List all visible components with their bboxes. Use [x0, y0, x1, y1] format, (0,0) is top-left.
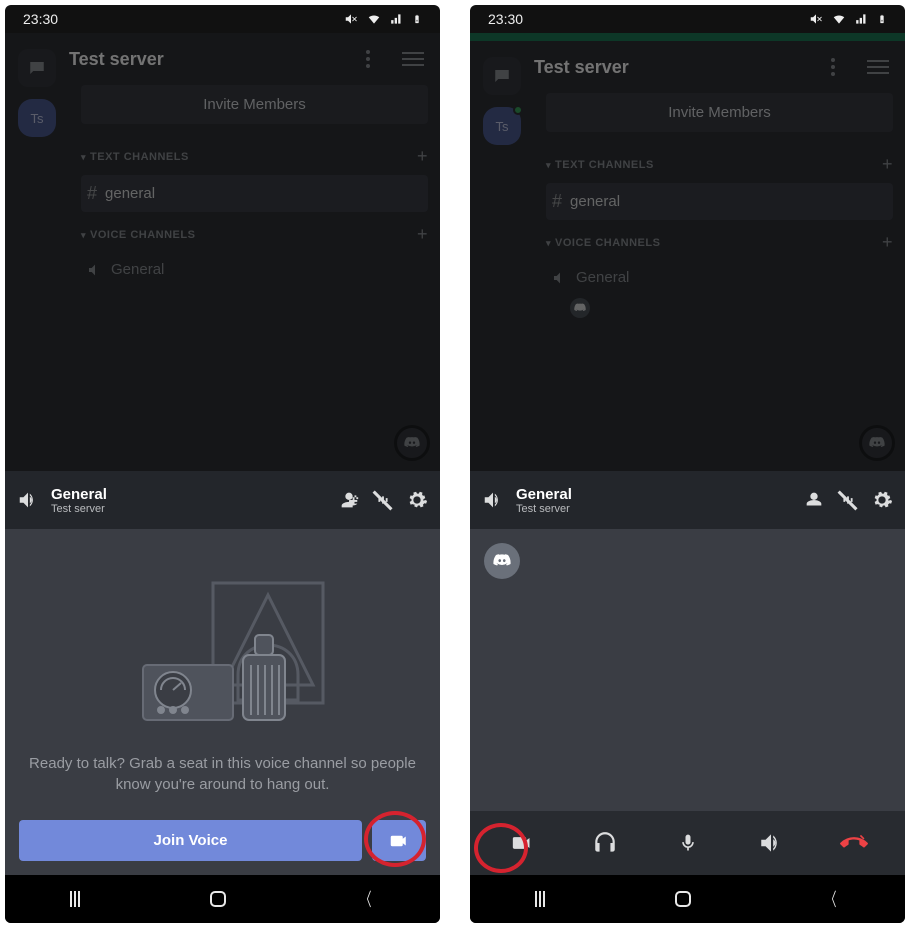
- speaker-icon: [87, 262, 103, 278]
- voice-channels-category[interactable]: ▾VOICE CHANNELS +: [546, 228, 893, 257]
- voice-illustration: [103, 565, 343, 745]
- server-avatar[interactable]: Ts: [18, 99, 56, 137]
- discord-bubble[interactable]: [394, 425, 430, 461]
- voice-prompt-text: Ready to talk? Grab a seat in this voice…: [17, 753, 428, 821]
- dm-button[interactable]: [18, 49, 56, 87]
- status-time: 23:30: [23, 11, 58, 27]
- back-button[interactable]: 〈: [825, 886, 836, 912]
- invite-members-button[interactable]: Invite Members: [81, 85, 428, 124]
- mute-icon: [809, 12, 823, 26]
- back-button[interactable]: 〈: [360, 886, 371, 912]
- add-text-channel-icon[interactable]: +: [417, 146, 428, 167]
- status-bar: 23:30: [470, 5, 905, 33]
- join-voice-button[interactable]: Join Voice: [19, 820, 362, 861]
- voice-header: General Test server: [470, 471, 905, 529]
- server-menu-button[interactable]: [350, 50, 386, 68]
- status-bar: 23:30: [5, 5, 440, 33]
- text-channels-category[interactable]: ▾TEXT CHANNELS +: [546, 150, 893, 179]
- discord-bubble[interactable]: [859, 425, 895, 461]
- voice-participant[interactable]: [570, 298, 590, 318]
- home-button[interactable]: [210, 891, 226, 907]
- add-voice-channel-icon[interactable]: +: [882, 232, 893, 253]
- microphone-button[interactable]: [664, 819, 712, 867]
- text-channel-general[interactable]: # general: [546, 183, 893, 220]
- settings-icon[interactable]: [406, 489, 428, 511]
- headphones-button[interactable]: [581, 819, 629, 867]
- camera-button[interactable]: [498, 819, 546, 867]
- signal-icon: [855, 12, 869, 26]
- online-badge: [513, 105, 523, 115]
- voice-channel-subtitle: Test server: [51, 503, 326, 515]
- voice-body: [470, 529, 905, 875]
- voice-channel-label: General: [111, 261, 164, 278]
- add-user-icon[interactable]: [803, 489, 825, 511]
- wifi-icon: [366, 12, 382, 26]
- hash-icon: #: [87, 183, 97, 204]
- hangup-button[interactable]: [830, 819, 878, 867]
- text-channels-category[interactable]: ▾TEXT CHANNELS +: [81, 142, 428, 171]
- server-title: Test server: [534, 57, 815, 78]
- text-channel-label: general: [570, 193, 620, 210]
- voice-header: General Test server: [5, 471, 440, 529]
- noise-suppress-icon[interactable]: [372, 489, 394, 511]
- invite-members-button[interactable]: Invite Members: [546, 93, 893, 132]
- status-icons: [344, 11, 422, 27]
- noise-suppress-icon[interactable]: [837, 489, 859, 511]
- hash-icon: #: [552, 191, 562, 212]
- speaker-output-icon[interactable]: [17, 489, 39, 511]
- voice-channel-general[interactable]: General: [81, 253, 428, 286]
- android-nav-bar: 〈: [5, 875, 440, 923]
- call-control-bar: [470, 811, 905, 875]
- voice-channel-subtitle: Test server: [516, 503, 791, 515]
- hamburger-icon[interactable]: [386, 52, 440, 66]
- server-menu-button[interactable]: [815, 58, 851, 76]
- server-avatar[interactable]: Ts: [483, 107, 521, 145]
- mute-icon: [344, 12, 358, 26]
- participant-avatar[interactable]: [484, 543, 520, 579]
- text-channel-general[interactable]: # general: [81, 175, 428, 212]
- voice-channel-general[interactable]: General: [546, 261, 893, 294]
- server-panel: Ts Test server Invite Members ▾TEXT CHAN…: [5, 33, 440, 471]
- text-channel-label: general: [105, 185, 155, 202]
- voice-channel-label: General: [576, 269, 629, 286]
- wifi-icon: [831, 12, 847, 26]
- left-screenshot: 23:30 Ts Test server Invite Mem: [5, 5, 440, 923]
- recents-button[interactable]: [535, 891, 545, 907]
- voice-channel-title: General: [516, 486, 791, 503]
- signal-icon: [390, 12, 404, 26]
- status-icons: [809, 11, 887, 27]
- status-time: 23:30: [488, 11, 523, 27]
- add-text-channel-icon[interactable]: +: [882, 154, 893, 175]
- server-avatar-label: Ts: [31, 111, 44, 126]
- right-screenshot: 23:30 Ts Test server: [470, 5, 905, 923]
- voice-channels-category[interactable]: ▾VOICE CHANNELS +: [81, 220, 428, 249]
- server-avatar-label: Ts: [496, 119, 509, 134]
- home-button[interactable]: [675, 891, 691, 907]
- dm-button[interactable]: [483, 57, 521, 95]
- server-title: Test server: [69, 49, 350, 70]
- video-button[interactable]: [372, 820, 426, 861]
- settings-icon[interactable]: [871, 489, 893, 511]
- battery-icon: [877, 11, 887, 27]
- voice-connected-strip[interactable]: [470, 33, 905, 41]
- voice-body: Ready to talk? Grab a seat in this voice…: [5, 529, 440, 875]
- hamburger-icon[interactable]: [851, 60, 905, 74]
- battery-icon: [412, 11, 422, 27]
- recents-button[interactable]: [70, 891, 80, 907]
- add-voice-channel-icon[interactable]: +: [417, 224, 428, 245]
- speaker-output-icon[interactable]: [482, 489, 504, 511]
- server-panel: Ts Test server Invite Members ▾TEXT CHAN…: [470, 33, 905, 471]
- speaker-icon: [552, 270, 568, 286]
- add-user-icon[interactable]: [338, 489, 360, 511]
- android-nav-bar: 〈: [470, 875, 905, 923]
- volume-button[interactable]: [747, 819, 795, 867]
- voice-channel-title: General: [51, 486, 326, 503]
